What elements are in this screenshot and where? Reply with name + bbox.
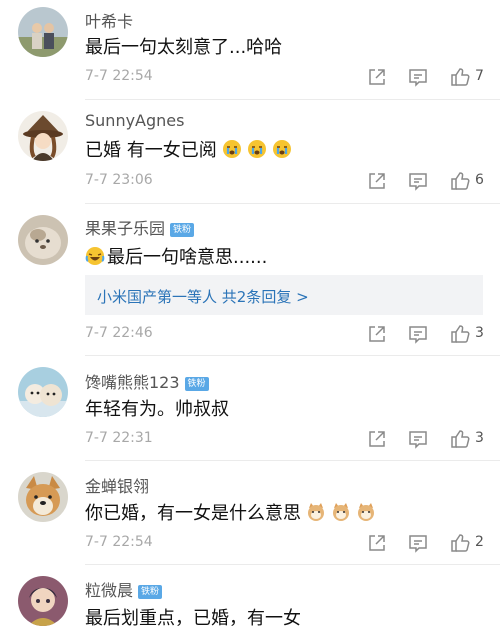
like-count: 6 <box>475 172 484 188</box>
share-icon[interactable] <box>366 323 388 345</box>
like-count: 3 <box>475 325 484 341</box>
cat-face-icon <box>356 502 376 522</box>
cat-face-icon <box>306 502 326 522</box>
like-count: 3 <box>475 430 484 446</box>
commenter-name[interactable]: 叶希卡 <box>85 8 133 32</box>
comment-meta: 7-7 22:54 2 <box>85 532 500 556</box>
crying-face-icon <box>272 139 292 159</box>
crying-face-icon <box>247 139 267 159</box>
comment-text: 最后一句啥意思...... <box>85 243 267 269</box>
like-icon[interactable] <box>449 66 471 88</box>
comment-icon[interactable] <box>407 66 429 88</box>
comment-time: 7-7 22:54 <box>85 68 153 84</box>
laughing-tears-face-icon <box>85 246 105 266</box>
comment-meta: 7-7 22:46 3 <box>85 323 500 347</box>
share-icon[interactable] <box>366 532 388 554</box>
comment-meta: 7-7 22:54 7 <box>85 66 500 90</box>
comment-time: 7-7 22:31 <box>85 430 153 446</box>
commenter-name[interactable]: 馋嘴熊熊123 铁粉 <box>85 369 209 393</box>
fan-badge: 铁粉 <box>170 223 195 237</box>
divider <box>85 203 500 204</box>
comment-text: 年轻有为。帅叔叔 <box>85 399 229 420</box>
commenter-name[interactable]: 果果子乐园 铁粉 <box>85 215 195 239</box>
reply-link[interactable]: 小米国产第一等人 共2条回复 > <box>97 286 309 307</box>
comment-meta: 7-7 22:31 3 <box>85 428 500 452</box>
divider <box>85 355 500 356</box>
avatar[interactable] <box>18 576 68 626</box>
comment-icon[interactable] <box>407 323 429 345</box>
like-count: 7 <box>475 68 484 84</box>
share-icon[interactable] <box>366 170 388 192</box>
comment-icon[interactable] <box>407 532 429 554</box>
avatar[interactable] <box>18 111 68 161</box>
fan-badge: 铁粉 <box>184 377 209 391</box>
like-icon[interactable] <box>449 428 471 450</box>
comment-text: 最后划重点，已婚，有一女 <box>85 608 301 629</box>
commenter-name[interactable]: SunnyAgnes <box>85 111 184 130</box>
comment-icon[interactable] <box>407 428 429 450</box>
commenter-name[interactable]: 粒微晨 铁粉 <box>85 577 163 601</box>
comment-time: 7-7 22:46 <box>85 325 153 341</box>
comment-time: 7-7 22:54 <box>85 534 153 550</box>
share-icon[interactable] <box>366 428 388 450</box>
like-icon[interactable] <box>449 170 471 192</box>
crying-face-icon <box>222 139 242 159</box>
divider <box>85 564 500 565</box>
like-count: 2 <box>475 534 484 550</box>
reply-preview[interactable]: 小米国产第一等人 共2条回复 > <box>85 275 483 315</box>
divider <box>85 99 500 100</box>
like-icon[interactable] <box>449 323 471 345</box>
avatar[interactable] <box>18 215 68 265</box>
share-icon[interactable] <box>366 66 388 88</box>
like-icon[interactable] <box>449 532 471 554</box>
commenter-name[interactable]: 金蝉银翎 <box>85 473 149 497</box>
comment-text: 已婚 有一女已阅 <box>85 136 292 162</box>
cat-face-icon <box>331 502 351 522</box>
avatar[interactable] <box>18 7 68 57</box>
divider <box>85 460 500 461</box>
avatar[interactable] <box>18 367 68 417</box>
comment-meta: 7-7 23:06 6 <box>85 170 500 194</box>
comment-text: 你已婚，有一女是什么意思 <box>85 499 376 525</box>
comment-icon[interactable] <box>407 170 429 192</box>
avatar[interactable] <box>18 472 68 522</box>
fan-badge: 铁粉 <box>138 585 163 599</box>
comment-text: 最后一句太刻意了...哈哈 <box>85 37 283 58</box>
comment-time: 7-7 23:06 <box>85 172 153 188</box>
